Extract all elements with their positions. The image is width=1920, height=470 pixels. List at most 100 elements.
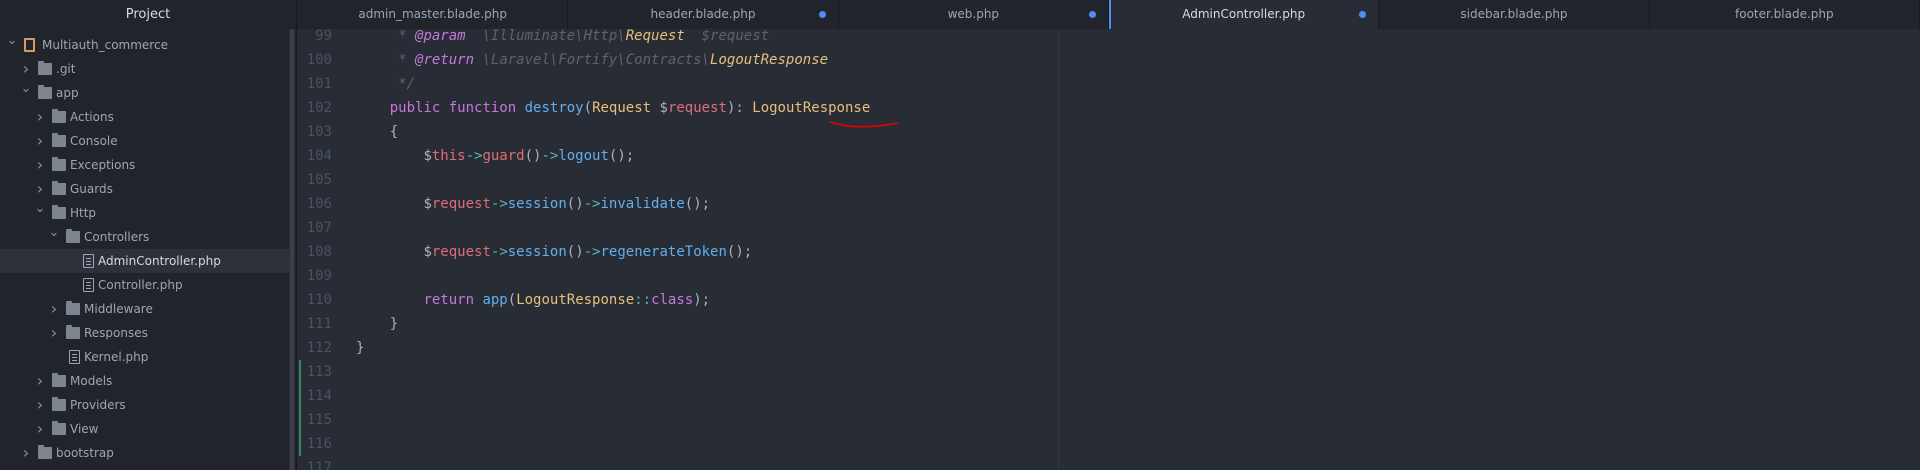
chevron-right-icon[interactable]: ›	[34, 369, 46, 393]
code-line[interactable]: * @return \Laravel\Fortify\Contracts\Log…	[356, 48, 828, 72]
code-token: ->	[541, 148, 559, 164]
chevron-down-icon[interactable]: ⌄	[48, 221, 60, 245]
git-added-marker	[299, 432, 301, 456]
chevron-right-icon[interactable]: ›	[34, 153, 46, 177]
code-token: destroy	[524, 100, 584, 116]
code-line[interactable]: * @param \Illuminate\Http\Request $reque…	[356, 29, 769, 48]
file-icon	[83, 278, 94, 292]
code-token: Request	[625, 29, 685, 44]
folder-icon	[52, 205, 66, 219]
folder-icon	[52, 373, 66, 387]
code-token: ):	[726, 100, 753, 116]
tree-folder-responses[interactable]: › Responses	[0, 321, 289, 345]
line-number: 103	[306, 124, 332, 140]
tab-label: sidebar.blade.php	[1460, 7, 1568, 21]
tab-header-blade-php[interactable]: header.blade.php	[568, 0, 839, 29]
code-token: @return	[415, 52, 475, 68]
tree-item-label: Guards	[70, 182, 113, 196]
tree-item-label: Console	[70, 134, 118, 148]
code-token: invalidate	[600, 196, 685, 212]
tree-item-label: .git	[56, 62, 76, 76]
tree-folder-actions[interactable]: › Actions	[0, 105, 289, 129]
chevron-down-icon[interactable]: ⌄	[34, 197, 46, 221]
code-token: }	[356, 316, 399, 332]
chevron-right-icon[interactable]: ›	[48, 297, 60, 321]
code-line[interactable]: public function destroy(Request $request…	[356, 96, 871, 120]
tree-folder-models[interactable]: › Models	[0, 369, 289, 393]
folder-icon	[52, 157, 66, 171]
code-token: Request	[592, 100, 652, 116]
tree-folder-app[interactable]: ⌄ app	[0, 81, 289, 105]
chevron-right-icon[interactable]: ›	[20, 441, 32, 465]
code-token: ();	[726, 244, 753, 260]
code-line[interactable]: return app(LogoutResponse::class);	[356, 288, 710, 312]
file-icon	[69, 350, 80, 364]
tree-folder-console[interactable]: › Console	[0, 129, 289, 153]
tree-item-label: app	[56, 86, 79, 100]
tree-file-admincontroller-php[interactable]: AdminController.php	[0, 249, 289, 273]
tree-file-controller-php[interactable]: Controller.php	[0, 273, 289, 297]
tree-file-kernel-php[interactable]: Kernel.php	[0, 345, 289, 369]
line-number: 102	[306, 100, 332, 116]
code-token: request	[431, 196, 491, 212]
tree-scrollbar-thumb[interactable]	[290, 29, 294, 470]
line-number: 109	[306, 268, 332, 284]
chevron-down-icon[interactable]: ⌄	[6, 29, 18, 53]
tree-folder-multiauth-commerce[interactable]: ⌄ Multiauth_commerce	[0, 33, 289, 57]
file-icon	[83, 254, 94, 268]
folder-icon	[66, 301, 80, 315]
chevron-right-icon[interactable]: ›	[34, 105, 46, 129]
modified-dot-icon[interactable]	[818, 11, 826, 18]
tree-folder-bootstrap[interactable]: › bootstrap	[0, 441, 289, 465]
modified-dot-icon[interactable]	[1359, 11, 1367, 18]
tab-admincontroller-php[interactable]: AdminController.php	[1108, 0, 1380, 29]
modified-dot-icon[interactable]	[1088, 11, 1096, 18]
project-tree-panel: ⌄ Multiauth_commerce › .git ⌄ app › Actions › Con…	[0, 29, 297, 470]
code-token: function	[448, 100, 517, 116]
code-area[interactable]: * @param \Illuminate\Http\Request $reque…	[356, 29, 1856, 470]
code-line[interactable]: }	[356, 336, 364, 360]
tree-item-label: Multiauth_commerce	[42, 38, 168, 52]
line-number: 105	[306, 172, 332, 188]
chevron-right-icon[interactable]: ›	[48, 321, 60, 345]
code-line[interactable]: $this->guard()->logout();	[356, 144, 634, 168]
chevron-right-icon[interactable]: ›	[34, 129, 46, 153]
code-token: {	[356, 124, 399, 140]
line-number: 100	[306, 52, 332, 68]
code-token: }	[356, 340, 365, 356]
tree-folder-providers[interactable]: › Providers	[0, 393, 289, 417]
chevron-down-icon[interactable]: ⌄	[20, 77, 32, 101]
code-line[interactable]: */	[356, 72, 415, 96]
code-token: @param	[415, 29, 466, 44]
line-number: 108	[306, 244, 332, 260]
tree-item-label: Exceptions	[70, 158, 136, 172]
tree-folder-view[interactable]: › View	[0, 417, 289, 441]
code-line[interactable]: {	[356, 120, 398, 144]
code-line[interactable]: }	[356, 312, 398, 336]
tree-folder-controllers[interactable]: ⌄ Controllers	[0, 225, 289, 249]
tree-folder-http[interactable]: ⌄ Http	[0, 201, 289, 225]
code-token: app	[482, 292, 508, 308]
code-token: $request	[684, 29, 770, 44]
code-token: ()	[566, 196, 584, 212]
code-token: ();	[684, 196, 711, 212]
code-editor[interactable]: 99 100 101 102 103 104 105 106 107 108 109 110 111 11…	[298, 29, 1920, 470]
code-line[interactable]: $request->session()->regenerateToken();	[356, 240, 752, 264]
tab-admin-master-blade-php[interactable]: admin_master.blade.php	[298, 0, 569, 29]
tab-sidebar-blade-php[interactable]: sidebar.blade.php	[1379, 0, 1650, 29]
chevron-right-icon[interactable]: ›	[34, 417, 46, 441]
code-line[interactable]: $request->session()->invalidate();	[356, 192, 710, 216]
git-added-marker	[299, 384, 301, 408]
chevron-right-icon[interactable]: ›	[34, 393, 46, 417]
git-added-marker	[299, 408, 301, 432]
tree-folder-middleware[interactable]: › Middleware	[0, 297, 289, 321]
tab-footer-blade-php[interactable]: footer.blade.php	[1649, 0, 1920, 29]
tree-folder-exceptions[interactable]: › Exceptions	[0, 153, 289, 177]
line-number: 116	[306, 436, 332, 452]
tab-web-php[interactable]: web.php	[838, 0, 1109, 29]
tree-folder-git[interactable]: › .git	[0, 57, 289, 81]
